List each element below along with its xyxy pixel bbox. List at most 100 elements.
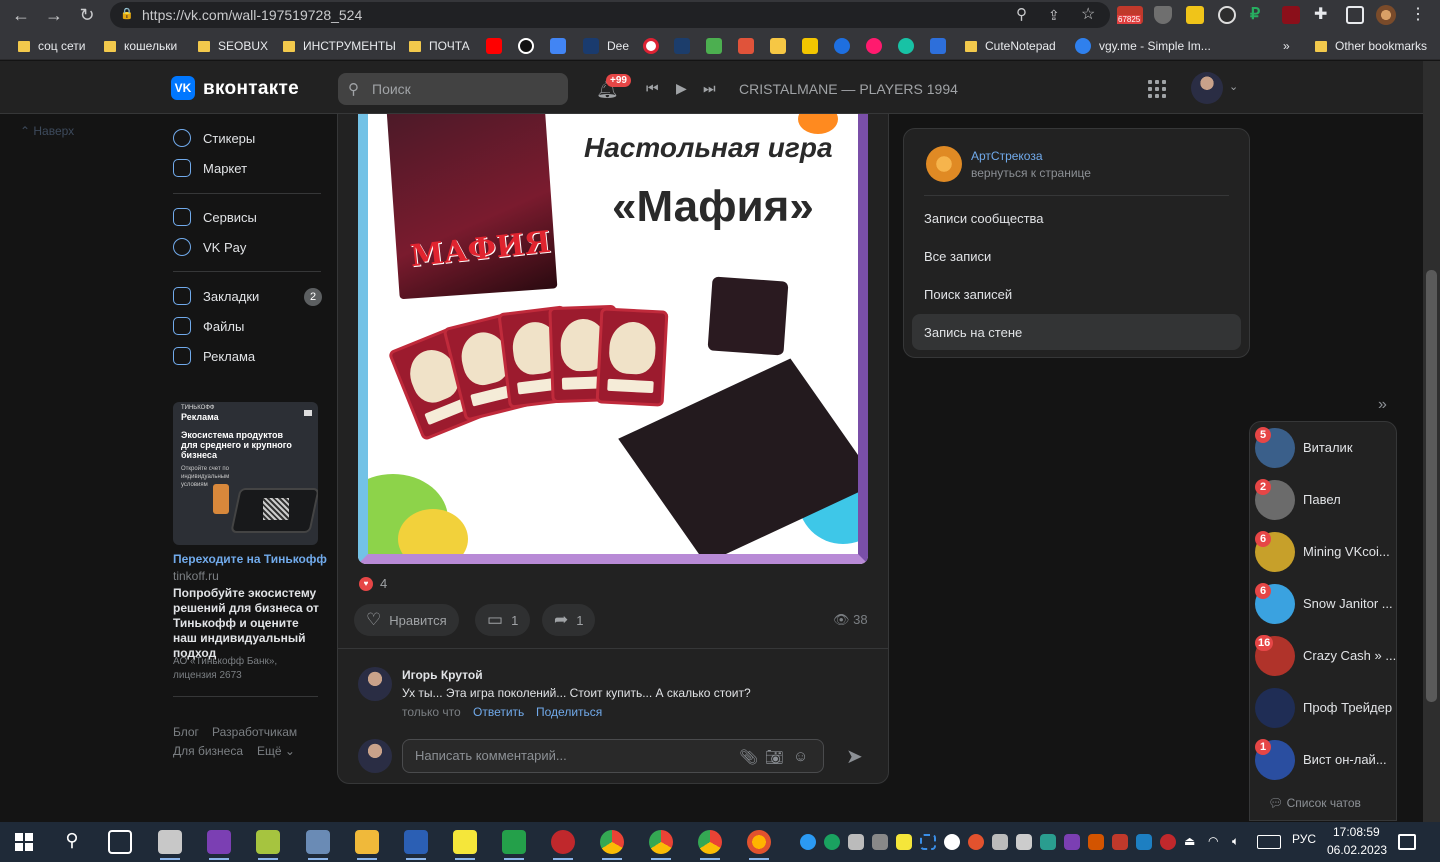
youtube-bookmark[interactable] xyxy=(486,38,502,54)
spreadsheet-icon[interactable] xyxy=(502,830,526,860)
user-avatar[interactable] xyxy=(1191,72,1223,104)
scrollbar-thumb[interactable] xyxy=(1426,270,1437,702)
commenter-avatar[interactable] xyxy=(358,667,392,701)
h-extension-icon[interactable] xyxy=(1282,6,1300,24)
chat-item[interactable]: 5 Виталик xyxy=(1255,424,1397,468)
play-icon[interactable]: ▶ xyxy=(676,80,687,97)
onenote-icon[interactable] xyxy=(207,830,231,860)
bookmarks-overflow[interactable]: » xyxy=(1283,38,1290,54)
nav-item-stickers[interactable]: Стикеры xyxy=(173,124,255,152)
group-avatar[interactable] xyxy=(926,146,962,182)
bookmark[interactable] xyxy=(738,38,754,54)
tray-app-icon[interactable] xyxy=(1088,834,1104,850)
filter-wall-post[interactable]: Запись на стене xyxy=(912,314,1241,350)
reactions-count[interactable]: 4 xyxy=(380,576,387,591)
tray-app-icon[interactable] xyxy=(1016,834,1032,850)
camera-icon[interactable]: 📷︎ xyxy=(765,748,784,766)
tray-app-icon[interactable] xyxy=(1040,834,1056,850)
share-button[interactable]: ➦ 1 xyxy=(542,604,596,636)
bookmark-folder[interactable]: соц сети xyxy=(18,38,86,54)
notepad-icon[interactable] xyxy=(158,830,182,860)
nav-item-files[interactable]: Файлы xyxy=(173,312,244,340)
firefox-icon[interactable] xyxy=(747,830,771,860)
translate-bookmark[interactable] xyxy=(550,38,566,54)
tray-shield-icon[interactable] xyxy=(824,834,840,850)
browser-8-icon[interactable] xyxy=(551,830,575,860)
chat-list-link[interactable]: 💬︎ Список чатов xyxy=(1268,796,1361,810)
apps-grid-icon[interactable] xyxy=(1148,80,1166,98)
other-bookmarks[interactable]: Other bookmarks xyxy=(1315,38,1427,54)
p-extension-icon[interactable]: ₽ xyxy=(1250,6,1268,24)
tray-usb-icon[interactable]: ⏏ xyxy=(1184,834,1200,850)
bookmark[interactable] xyxy=(866,38,882,54)
bookmark[interactable] xyxy=(518,38,534,54)
chat-item[interactable]: 16 Crazy Cash » ... xyxy=(1255,632,1397,676)
app-icon[interactable] xyxy=(306,830,330,860)
send-icon[interactable]: ➤ xyxy=(846,744,863,769)
chat-item[interactable]: 6 Mining VKcoi... xyxy=(1255,528,1397,572)
ad-menu-icon[interactable] xyxy=(304,410,312,416)
tray-app-icon[interactable] xyxy=(944,834,960,850)
keyboard-icon[interactable] xyxy=(1257,835,1281,849)
footer-link-business[interactable]: Для бизнеса xyxy=(173,744,243,758)
nav-item-services[interactable]: Сервисы xyxy=(173,203,257,231)
sidepanel-icon[interactable] xyxy=(1346,6,1364,24)
bookmark-vgy[interactable]: vgy.me - Simple Im... xyxy=(1075,38,1211,54)
back-to-page-link[interactable]: вернуться к странице xyxy=(971,166,1091,180)
clock-time[interactable]: 17:08:59 xyxy=(1333,825,1380,839)
sticky-notes-icon[interactable] xyxy=(453,830,477,860)
group-name[interactable]: АртСтрекоза xyxy=(971,149,1043,163)
tray-app-icon[interactable] xyxy=(1160,834,1176,850)
explorer-icon[interactable] xyxy=(355,830,379,860)
tray-app-icon[interactable] xyxy=(872,834,888,850)
share-link[interactable]: Поделиться xyxy=(536,705,602,719)
search-icon[interactable]: ⚲ xyxy=(60,830,84,854)
bookmark[interactable] xyxy=(706,38,722,54)
nav-item-bookmarks[interactable]: Закладки xyxy=(173,282,259,310)
reload-icon[interactable]: ↻ xyxy=(76,4,98,26)
footer-link-blog[interactable]: Блог xyxy=(173,725,199,739)
like-button[interactable]: ♡ Нравится xyxy=(354,604,459,636)
share-icon[interactable]: ⇪ xyxy=(1048,6,1066,24)
filter-community-posts[interactable]: Записи сообщества xyxy=(912,200,1241,236)
chrome-icon[interactable] xyxy=(600,830,624,860)
clock-date[interactable]: 06.02.2023 xyxy=(1327,843,1387,857)
tray-monitor-icon[interactable] xyxy=(848,834,864,850)
filter-search-posts[interactable]: Поиск записей xyxy=(912,276,1241,312)
back-icon[interactable]: ← xyxy=(10,4,32,26)
chat-item[interactable]: 2 Павел xyxy=(1255,476,1397,520)
nav-item-vkpay[interactable]: VK Pay xyxy=(173,233,246,261)
notification-center-icon[interactable] xyxy=(1398,834,1416,850)
url-text[interactable]: https://vk.com/wall-197519728_524 xyxy=(142,7,362,23)
puzzle-icon[interactable]: ✚ xyxy=(1314,6,1332,24)
chrome-icon[interactable] xyxy=(698,830,722,860)
bookmark-folder[interactable]: кошельки xyxy=(104,38,177,54)
notes-icon[interactable] xyxy=(256,830,280,860)
vk-brand[interactable]: вконтакте xyxy=(203,78,299,100)
tray-snip-icon[interactable] xyxy=(920,834,936,850)
ad-domain[interactable]: tinkoff.ru xyxy=(173,569,219,583)
bookmark-folder[interactable]: ИНСТРУМЕНТЫ xyxy=(283,38,396,54)
emoji-icon[interactable]: ☺ xyxy=(793,748,808,765)
bookmark-dee[interactable]: Dee xyxy=(583,38,629,54)
tray-app-icon[interactable] xyxy=(800,834,816,850)
ad-text[interactable]: Попробуйте экосистему решений для бизнес… xyxy=(173,586,323,661)
word-icon[interactable] xyxy=(404,830,428,860)
zoom-icon[interactable]: ⚲ xyxy=(1016,6,1034,24)
collapse-chats-icon[interactable]: » xyxy=(1378,396,1387,414)
commenter-name[interactable]: Игорь Крутой xyxy=(402,668,483,682)
menu-dots-icon[interactable]: ⋮ xyxy=(1410,6,1428,24)
filter-all-posts[interactable]: Все записи xyxy=(912,238,1241,274)
bookmark[interactable] xyxy=(770,38,786,54)
yellow-extension-icon[interactable] xyxy=(1186,6,1204,24)
nav-item-market[interactable]: Маркет xyxy=(173,154,247,182)
chat-item[interactable]: Проф Трейдер xyxy=(1255,684,1397,728)
address-bar[interactable]: 🔒 https://vk.com/wall-197519728_524 xyxy=(110,2,1110,28)
scroll-up-button[interactable]: ⌃ Наверх xyxy=(20,124,74,138)
nav-item-ads[interactable]: Реклама xyxy=(173,342,255,370)
windows-start-icon[interactable] xyxy=(12,830,36,854)
vk-logo-icon[interactable]: VK xyxy=(171,76,195,100)
footer-link-developers[interactable]: Разработчикам xyxy=(212,725,297,739)
ad-link[interactable]: Переходите на Тинькофф xyxy=(173,552,327,566)
heart-icon[interactable]: ♥ xyxy=(359,577,373,591)
